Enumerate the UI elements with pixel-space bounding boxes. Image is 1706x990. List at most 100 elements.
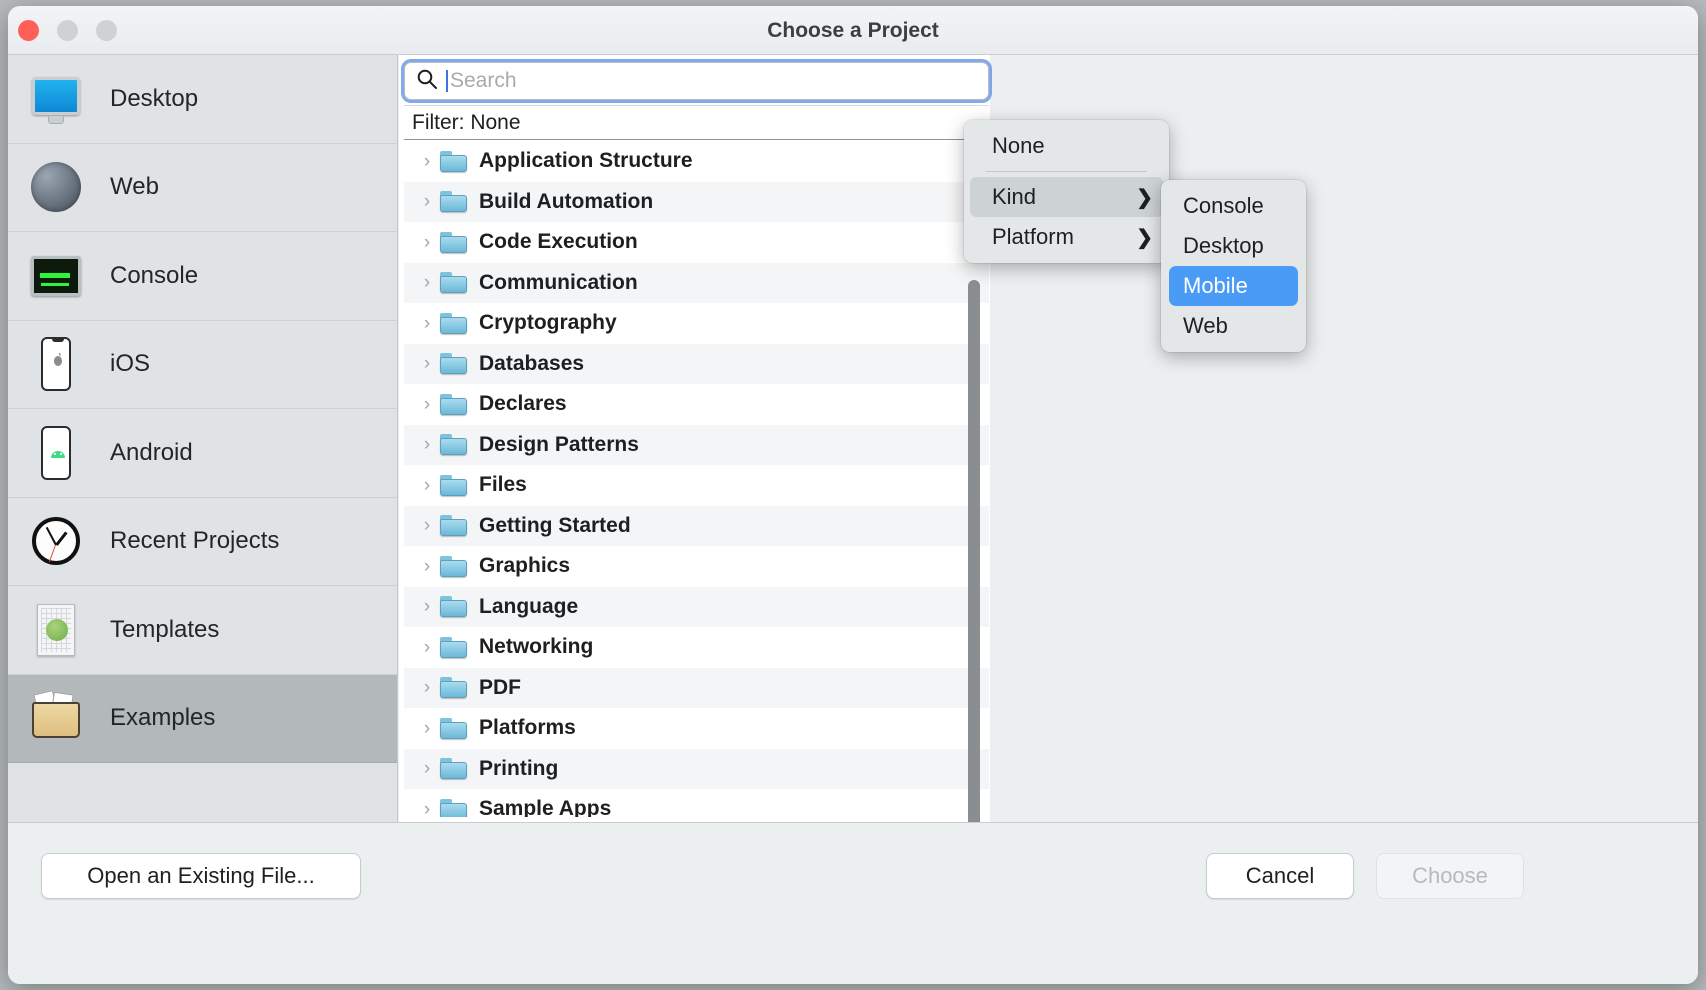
search-field[interactable]: Search	[404, 62, 989, 100]
tree-row-label: Databases	[479, 351, 585, 375]
folder-icon	[440, 434, 467, 456]
submenu-item-mobile[interactable]: Mobile	[1169, 266, 1298, 306]
menu-item-none[interactable]: None	[964, 126, 1169, 166]
table-row[interactable]: › Sample Apps	[404, 789, 989, 817]
template-document-icon	[28, 602, 84, 658]
table-row[interactable]: › Files	[404, 465, 989, 506]
tree-row-label: Getting Started	[479, 513, 631, 537]
sidebar-item-label: iOS	[110, 350, 151, 378]
sidebar-item-console[interactable]: Console	[8, 232, 397, 321]
table-row[interactable]: › Code Execution	[404, 222, 989, 263]
folder-icon	[440, 555, 467, 577]
tree-row-label: Platforms	[479, 716, 576, 740]
tree-row-label: Networking	[479, 635, 594, 659]
android-phone-icon	[28, 425, 84, 481]
menu-item-label: Platform	[992, 224, 1074, 249]
chevron-right-icon[interactable]: ›	[416, 192, 438, 211]
table-row[interactable]: › Application Structure	[404, 141, 989, 182]
cancel-button[interactable]: Cancel	[1206, 853, 1354, 899]
choose-a-project-window: Choose a Project Desktop Web Console iOS…	[8, 6, 1698, 984]
submenu-item-console[interactable]: Console	[1161, 186, 1306, 226]
choose-button: Choose	[1376, 853, 1524, 899]
chevron-right-icon[interactable]: ›	[416, 638, 438, 657]
table-row[interactable]: › Databases	[404, 343, 989, 384]
submenu-item-desktop[interactable]: Desktop	[1161, 226, 1306, 266]
sidebar-item-desktop[interactable]: Desktop	[8, 55, 397, 144]
filter-context-menu[interactable]: None Kind ❯ Platform ❯	[964, 120, 1169, 263]
sidebar-item-label: Examples	[110, 704, 216, 732]
chevron-right-icon[interactable]: ›	[416, 597, 438, 616]
submenu-item-web[interactable]: Web	[1161, 306, 1306, 346]
sidebar-item-templates[interactable]: Templates	[8, 586, 397, 675]
table-row[interactable]: › Printing	[404, 748, 989, 789]
sidebar-item-ios[interactable]: iOS	[8, 320, 397, 409]
chevron-right-icon[interactable]: ›	[416, 800, 438, 817]
chevron-right-icon[interactable]: ›	[416, 759, 438, 778]
tree-row-label: Code Execution	[479, 230, 638, 254]
chevron-right-icon[interactable]: ›	[416, 516, 438, 535]
chevron-right-icon[interactable]: ›	[416, 152, 438, 171]
filter-label: Filter: None	[412, 110, 521, 134]
tree-row-label: Communication	[479, 270, 638, 294]
sidebar-item-label: Recent Projects	[110, 527, 280, 555]
menu-item-label: Kind	[992, 184, 1037, 209]
chevron-right-icon[interactable]: ›	[416, 395, 438, 414]
chevron-right-icon[interactable]: ›	[416, 314, 438, 333]
tree-row-label: Printing	[479, 756, 559, 780]
sidebar-item-android[interactable]: Android	[8, 409, 397, 498]
table-row[interactable]: › PDF	[404, 667, 989, 708]
table-row[interactable]: › Build Automation	[404, 181, 989, 222]
sidebar-item-recent-projects[interactable]: Recent Projects	[8, 497, 397, 586]
sidebar-item-examples[interactable]: Examples	[8, 674, 397, 763]
table-row[interactable]: › Networking	[404, 627, 989, 668]
tree-row-label: PDF	[479, 675, 521, 699]
open-existing-file-button[interactable]: Open an Existing File...	[41, 853, 361, 899]
folder-icon	[440, 474, 467, 496]
submenu-item-label: Web	[1183, 313, 1228, 338]
search-input[interactable]: Search	[450, 69, 517, 93]
chevron-right-icon[interactable]: ›	[416, 557, 438, 576]
table-row[interactable]: › Design Patterns	[404, 424, 989, 465]
table-row[interactable]: › Cryptography	[404, 303, 989, 344]
tree-row-label: Application Structure	[479, 149, 693, 173]
console-icon	[28, 248, 84, 304]
sidebar-item-label: Desktop	[110, 84, 199, 112]
table-row[interactable]: › Platforms	[404, 708, 989, 749]
table-row[interactable]: › Communication	[404, 262, 989, 303]
sidebar: Desktop Web Console iOS Android Recent P…	[8, 55, 398, 822]
project-category-tree[interactable]: › Application Structure › Build Automation ›…	[404, 141, 989, 817]
chevron-right-icon[interactable]: ›	[416, 273, 438, 292]
chevron-right-icon[interactable]: ›	[416, 476, 438, 495]
kind-submenu[interactable]: Console Desktop Mobile Web	[1161, 180, 1306, 352]
tree-row-label: Build Automation	[479, 189, 654, 213]
folder-icon	[440, 636, 467, 658]
project-list-panel: Search Filter: None › Application Structu…	[399, 55, 990, 822]
chevron-right-icon[interactable]: ›	[416, 719, 438, 738]
sidebar-item-label: Console	[110, 261, 199, 289]
table-row[interactable]: › Declares	[404, 384, 989, 425]
list-scrollbar-thumb[interactable]	[968, 280, 980, 838]
submenu-item-label: Desktop	[1183, 233, 1264, 258]
submenu-item-label: Mobile	[1183, 273, 1248, 298]
menu-item-kind[interactable]: Kind ❯	[970, 177, 1163, 217]
tree-row-label: Sample Apps	[479, 797, 612, 817]
table-row[interactable]: › Getting Started	[404, 505, 989, 546]
folder-icon	[440, 312, 467, 334]
sidebar-item-web[interactable]: Web	[8, 143, 397, 232]
tree-row-label: Graphics	[479, 554, 571, 578]
chevron-right-icon[interactable]: ›	[416, 435, 438, 454]
menu-item-label: None	[992, 133, 1045, 158]
chevron-right-icon[interactable]: ›	[416, 678, 438, 697]
filter-status-row[interactable]: Filter: None	[404, 105, 989, 140]
folder-icon	[440, 150, 467, 172]
table-row[interactable]: › Graphics	[404, 546, 989, 587]
folder-icon	[440, 393, 467, 415]
menu-separator	[986, 171, 1147, 172]
text-caret	[446, 70, 448, 92]
chevron-right-icon: ❯	[1136, 226, 1153, 249]
folder-icon	[440, 515, 467, 537]
menu-item-platform[interactable]: Platform ❯	[964, 217, 1169, 257]
chevron-right-icon[interactable]: ›	[416, 233, 438, 252]
table-row[interactable]: › Language	[404, 586, 989, 627]
chevron-right-icon[interactable]: ›	[416, 354, 438, 373]
